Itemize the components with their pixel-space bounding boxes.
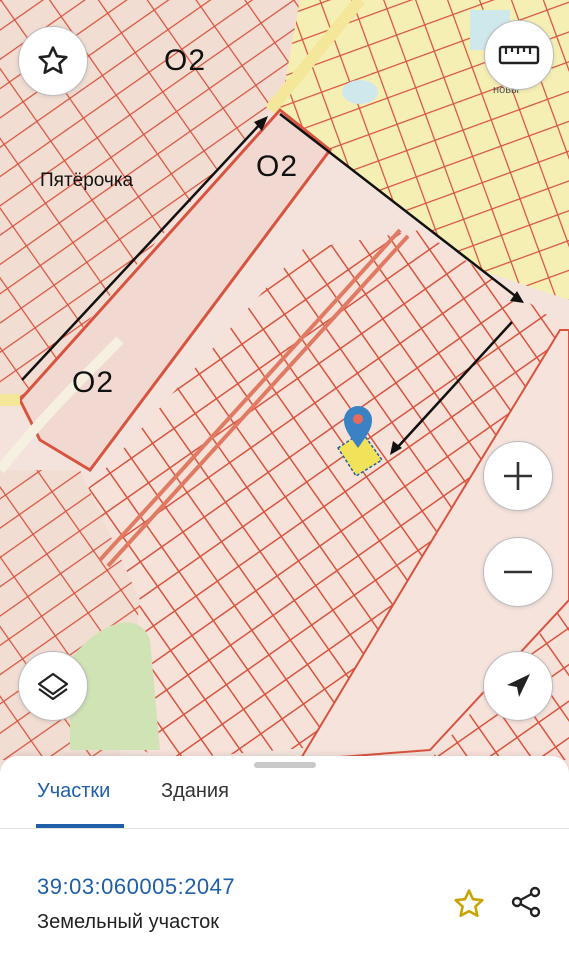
favorite-parcel-button[interactable]: [449, 884, 489, 924]
share-button[interactable]: [506, 882, 546, 922]
zone-label-o2-top: O2: [164, 44, 207, 77]
poi-label-pyaterochka[interactable]: Пятёрочка: [40, 170, 133, 192]
active-tab-indicator: [36, 824, 124, 828]
tab-parcels[interactable]: Участки: [37, 780, 110, 803]
navigation-arrow-icon: [507, 674, 530, 697]
sheet-tabs: Участки Здания: [0, 756, 569, 829]
parcel-type-label: Земельный участок: [37, 911, 220, 933]
layers-button[interactable]: [18, 651, 88, 721]
cadastral-number-link[interactable]: 39:03:060005:2047: [37, 874, 235, 900]
tab-buildings[interactable]: Здания: [161, 780, 229, 803]
star-outline-icon: [454, 889, 484, 918]
zone-label-o2-left: O2: [72, 366, 115, 399]
ruler-button[interactable]: [484, 20, 554, 90]
minus-icon: [504, 570, 532, 574]
plus-icon: [504, 462, 532, 490]
star-icon: [38, 46, 68, 75]
locate-me-button[interactable]: [483, 651, 553, 721]
share-icon: [511, 886, 541, 918]
favorite-map-button[interactable]: [18, 26, 88, 96]
zoom-in-button[interactable]: [483, 441, 553, 511]
cadastral-map[interactable]: O2 O2 O2 Пятёрочка новы: [0, 0, 569, 760]
layers-icon: [37, 672, 69, 701]
zoom-out-button[interactable]: [483, 537, 553, 607]
zone-label-o2-middle: O2: [256, 150, 299, 183]
ruler-icon: [498, 45, 540, 65]
parcel-info-sheet[interactable]: Участки Здания 39:03:060005:2047 Земельн…: [0, 756, 569, 960]
